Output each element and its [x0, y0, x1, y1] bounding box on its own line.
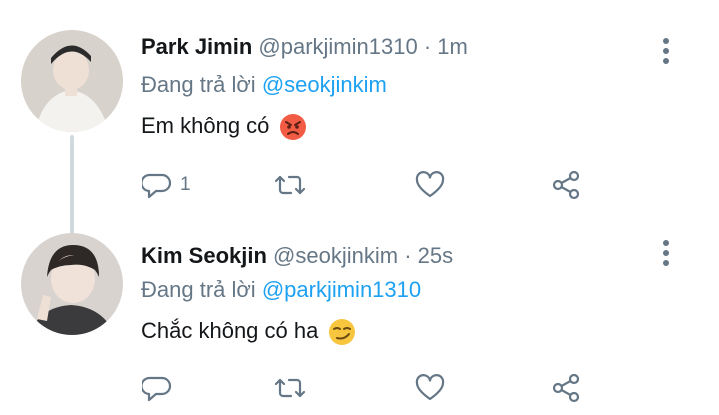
- tweet-2[interactable]: Kim Seokjin @seokjinkim · 25s Đang trả l…: [0, 215, 719, 415]
- heart-icon: [414, 170, 446, 200]
- avatar[interactable]: [21, 30, 123, 132]
- timestamp[interactable]: 25s: [418, 243, 453, 268]
- replying-mention-link[interactable]: @parkjimin1310: [262, 277, 421, 302]
- tweet-text: Em không có: [141, 113, 307, 140]
- tweet-header: Kim Seokjin @seokjinkim · 25s: [141, 243, 453, 269]
- reply-button[interactable]: 1: [142, 167, 191, 203]
- replying-prefix: Đang trả lời: [141, 72, 256, 97]
- replying-prefix: Đang trả lời: [141, 277, 256, 302]
- tweet-text-content: Em không có: [141, 113, 270, 138]
- display-name[interactable]: Park Jimin: [141, 34, 252, 59]
- reply-icon: [142, 170, 172, 200]
- retweet-button[interactable]: [274, 167, 306, 203]
- retweet-icon: [274, 170, 306, 200]
- user-handle[interactable]: @seokjinkim: [273, 243, 398, 268]
- retweet-icon: [274, 373, 306, 403]
- replying-mention-link[interactable]: @seokjinkim: [262, 72, 387, 97]
- angry-face-icon: [279, 113, 307, 140]
- share-icon: [550, 169, 582, 201]
- heart-icon: [414, 373, 446, 403]
- separator-dot: ·: [423, 34, 432, 59]
- tweet-text: Chắc không có ha: [141, 318, 356, 345]
- more-options-icon[interactable]: [660, 38, 672, 64]
- replying-to-line: Đang trả lời @parkjimin1310: [141, 277, 421, 303]
- share-icon: [550, 372, 582, 404]
- tweet-actions: 1: [140, 167, 600, 203]
- tweet-header: Park Jimin @parkjimin1310 · 1m: [141, 34, 468, 60]
- reply-icon: [142, 373, 172, 403]
- smirking-face-icon: [328, 318, 356, 345]
- like-button[interactable]: [414, 370, 446, 406]
- avatar[interactable]: [21, 233, 123, 335]
- retweet-button[interactable]: [274, 370, 306, 406]
- more-options-icon[interactable]: [660, 240, 672, 266]
- user-handle[interactable]: @parkjimin1310: [258, 34, 417, 59]
- tweet-actions: [140, 370, 600, 406]
- like-button[interactable]: [414, 167, 446, 203]
- share-button[interactable]: [550, 370, 582, 406]
- share-button[interactable]: [550, 167, 582, 203]
- separator-dot: ·: [404, 243, 412, 268]
- display-name[interactable]: Kim Seokjin: [141, 243, 267, 268]
- reply-button[interactable]: [142, 370, 180, 406]
- timestamp[interactable]: 1m: [437, 34, 468, 59]
- tweet-text-content: Chắc không có ha: [141, 318, 319, 343]
- tweet-1[interactable]: Park Jimin @parkjimin1310 · 1m Đang trả …: [0, 0, 719, 215]
- replying-to-line: Đang trả lời @seokjinkim: [141, 72, 387, 98]
- reply-count: 1: [180, 174, 191, 195]
